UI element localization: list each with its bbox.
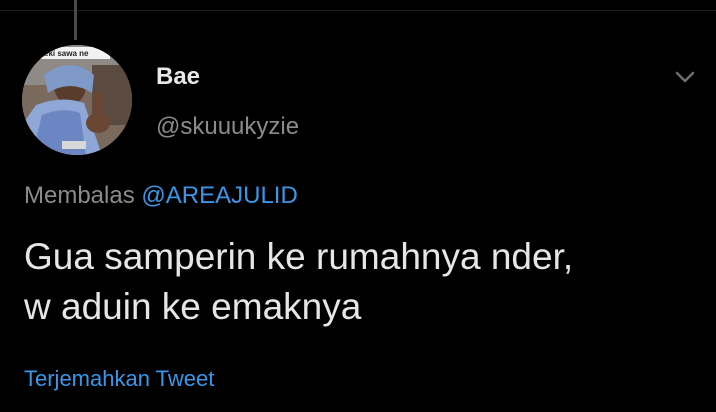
display-name[interactable]: Bae	[156, 62, 200, 92]
avatar[interactable]: eki sawa ne	[22, 45, 132, 155]
reply-mention-link[interactable]: @AREAJULID	[141, 182, 297, 209]
avatar-overlay-text: eki sawa ne	[44, 49, 89, 58]
thread-connector-line	[74, 0, 77, 40]
translate-tweet-link[interactable]: Terjemahkan Tweet	[24, 364, 214, 394]
reply-prefix: Membalas	[24, 182, 135, 209]
chevron-down-icon[interactable]	[670, 62, 700, 92]
tweet-text-line: Gua samperin ke rumahnya nder,	[24, 236, 574, 277]
user-handle[interactable]: @skuuukyzie	[156, 112, 299, 142]
top-divider	[0, 10, 716, 11]
avatar-photo: eki sawa ne	[22, 45, 132, 155]
tweet-text-line: w aduin ke emaknya	[24, 286, 362, 327]
reply-context: Membalas @AREAJULID	[24, 180, 298, 212]
tweet-text: Gua samperin ke rumahnya nder, w aduin k…	[24, 232, 704, 332]
